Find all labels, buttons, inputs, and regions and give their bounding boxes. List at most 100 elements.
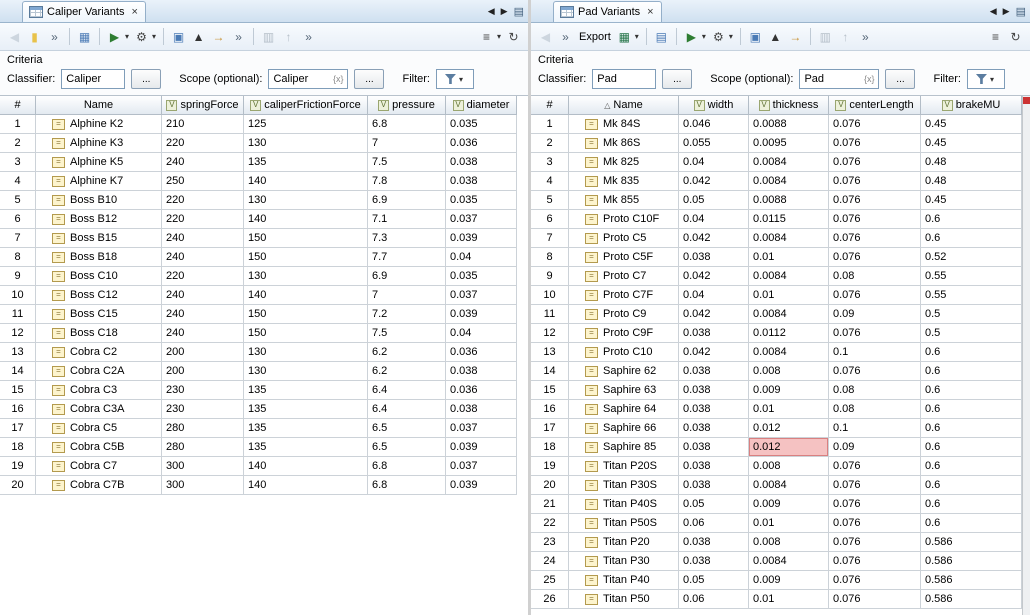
view-options-icon[interactable]: ≡ — [477, 27, 496, 47]
value-cell[interactable]: 150 — [244, 305, 368, 324]
value-cell[interactable]: 0.038 — [679, 552, 749, 571]
view-options-icon-caret-icon[interactable]: ▾ — [497, 32, 501, 41]
value-cell[interactable]: 150 — [244, 248, 368, 267]
value-cell[interactable]: 0.0084 — [749, 229, 829, 248]
value-cell[interactable]: 0.008 — [749, 362, 829, 381]
table-row[interactable]: 7=Proto C50.0420.00840.0760.6 — [531, 229, 1022, 248]
name-cell[interactable]: =Boss C15 — [36, 305, 162, 324]
row-number-cell[interactable]: 14 — [0, 362, 36, 381]
name-cell[interactable]: =Saphire 66 — [569, 419, 679, 438]
gear-icon-caret-icon[interactable]: ▾ — [152, 32, 156, 41]
value-cell[interactable]: 0.08 — [829, 381, 921, 400]
row-number-cell[interactable]: 20 — [0, 476, 36, 495]
table-row[interactable]: 21=Titan P40S0.050.0090.0760.6 — [531, 495, 1022, 514]
value-cell[interactable]: 240 — [162, 248, 244, 267]
toolbar-overflow-icon[interactable]: » — [45, 27, 64, 47]
value-cell[interactable]: 0.055 — [679, 134, 749, 153]
filter-button[interactable]: ▾ — [967, 69, 1005, 89]
filter-button[interactable]: ▾ — [436, 69, 474, 89]
table-row[interactable]: 26=Titan P500.060.010.0760.586 — [531, 590, 1022, 609]
value-cell[interactable]: 0.05 — [679, 495, 749, 514]
value-cell[interactable]: 150 — [244, 229, 368, 248]
name-cell[interactable]: =Boss B10 — [36, 191, 162, 210]
row-number-cell[interactable]: 19 — [531, 457, 569, 476]
tab-pad-variants[interactable]: Pad Variants × — [553, 1, 662, 22]
value-cell[interactable]: 0.042 — [679, 172, 749, 191]
value-cell[interactable]: 0.076 — [829, 552, 921, 571]
value-cell[interactable]: 0.076 — [829, 191, 921, 210]
value-cell[interactable]: 0.046 — [679, 115, 749, 134]
table-row[interactable]: 14=Saphire 620.0380.0080.0760.6 — [531, 362, 1022, 381]
value-cell[interactable]: 0.6 — [921, 362, 1022, 381]
value-cell[interactable]: 0.0084 — [749, 172, 829, 191]
value-cell[interactable]: 0.039 — [446, 476, 517, 495]
value-cell[interactable]: 6.4 — [368, 381, 446, 400]
gear-icon[interactable]: ⚙ — [132, 27, 151, 47]
table-row[interactable]: 19=Titan P20S0.0380.0080.0760.6 — [531, 457, 1022, 476]
row-number-cell[interactable]: 4 — [531, 172, 569, 191]
table-row[interactable]: 4=Alphine K72501407.80.038 — [0, 172, 528, 191]
value-cell[interactable]: 0.01 — [749, 248, 829, 267]
value-cell[interactable]: 0.0115 — [749, 210, 829, 229]
value-cell[interactable]: 0.076 — [829, 248, 921, 267]
name-cell[interactable]: =Alphine K2 — [36, 115, 162, 134]
value-cell[interactable]: 280 — [162, 419, 244, 438]
value-cell[interactable]: 0.0084 — [749, 267, 829, 286]
name-cell[interactable]: =Cobra C7 — [36, 457, 162, 476]
value-cell[interactable]: 0.038 — [679, 438, 749, 457]
row-number-cell[interactable]: 25 — [531, 571, 569, 590]
value-cell[interactable]: 200 — [162, 343, 244, 362]
value-cell[interactable]: 0.6 — [921, 476, 1022, 495]
value-cell[interactable]: 0.036 — [446, 381, 517, 400]
name-cell[interactable]: =Proto C7F — [569, 286, 679, 305]
value-cell[interactable]: 220 — [162, 267, 244, 286]
row-number-cell[interactable]: 8 — [0, 248, 36, 267]
name-cell[interactable]: =Proto C9 — [569, 305, 679, 324]
tab-scroll-left-icon[interactable]: ◀ — [488, 6, 495, 17]
table-row[interactable]: 20=Titan P30S0.0380.00840.0760.6 — [531, 476, 1022, 495]
name-cell[interactable]: =Titan P40 — [569, 571, 679, 590]
value-cell[interactable]: 0.076 — [829, 362, 921, 381]
value-cell[interactable]: 0.042 — [679, 267, 749, 286]
value-cell[interactable]: 0.038 — [679, 248, 749, 267]
row-number-cell[interactable]: 15 — [0, 381, 36, 400]
table-row[interactable]: 2=Mk 86S0.0550.00950.0760.45 — [531, 134, 1022, 153]
row-number-cell[interactable]: 4 — [0, 172, 36, 191]
value-cell[interactable]: 0.0084 — [749, 305, 829, 324]
value-cell[interactable]: 130 — [244, 343, 368, 362]
value-cell[interactable]: 0.038 — [679, 476, 749, 495]
row-number-cell[interactable]: 16 — [0, 400, 36, 419]
table-row[interactable]: 19=Cobra C73001406.80.037 — [0, 457, 528, 476]
table-row[interactable]: 8=Proto C5F0.0380.010.0760.52 — [531, 248, 1022, 267]
value-cell[interactable]: 6.5 — [368, 438, 446, 457]
tab-caliper-variants[interactable]: Caliper Variants × — [22, 1, 146, 22]
value-cell[interactable]: 0.076 — [829, 495, 921, 514]
row-number-cell[interactable]: 7 — [0, 229, 36, 248]
value-cell[interactable]: 130 — [244, 267, 368, 286]
value-cell[interactable]: 230 — [162, 381, 244, 400]
value-cell[interactable]: 135 — [244, 153, 368, 172]
value-cell[interactable]: 220 — [162, 134, 244, 153]
table-row[interactable]: 5=Mk 8550.050.00880.0760.45 — [531, 191, 1022, 210]
value-cell[interactable]: 0.0084 — [749, 153, 829, 172]
error-mark[interactable] — [1023, 97, 1030, 104]
value-cell[interactable]: 0.09 — [829, 438, 921, 457]
table-row[interactable]: 16=Cobra C3A2301356.40.038 — [0, 400, 528, 419]
value-cell[interactable]: 0.008 — [749, 457, 829, 476]
value-cell[interactable]: 230 — [162, 400, 244, 419]
value-cell[interactable]: 130 — [244, 191, 368, 210]
value-cell[interactable]: 0.5 — [921, 324, 1022, 343]
table-row[interactable]: 16=Saphire 640.0380.010.080.6 — [531, 400, 1022, 419]
name-cell[interactable]: =Cobra C5 — [36, 419, 162, 438]
toolbar-overflow-icon-2[interactable]: » — [856, 27, 875, 47]
value-cell[interactable]: 240 — [162, 229, 244, 248]
value-cell[interactable]: 7.2 — [368, 305, 446, 324]
value-cell[interactable]: 0.1 — [829, 419, 921, 438]
value-cell[interactable]: 0.586 — [921, 552, 1022, 571]
name-cell[interactable]: =Mk 835 — [569, 172, 679, 191]
scope-input[interactable]: Pad{x} — [799, 69, 879, 89]
tab-close-icon[interactable]: × — [647, 6, 653, 18]
name-cell[interactable]: =Boss B18 — [36, 248, 162, 267]
table-row[interactable]: 24=Titan P300.0380.00840.0760.586 — [531, 552, 1022, 571]
row-number-cell[interactable]: 18 — [531, 438, 569, 457]
